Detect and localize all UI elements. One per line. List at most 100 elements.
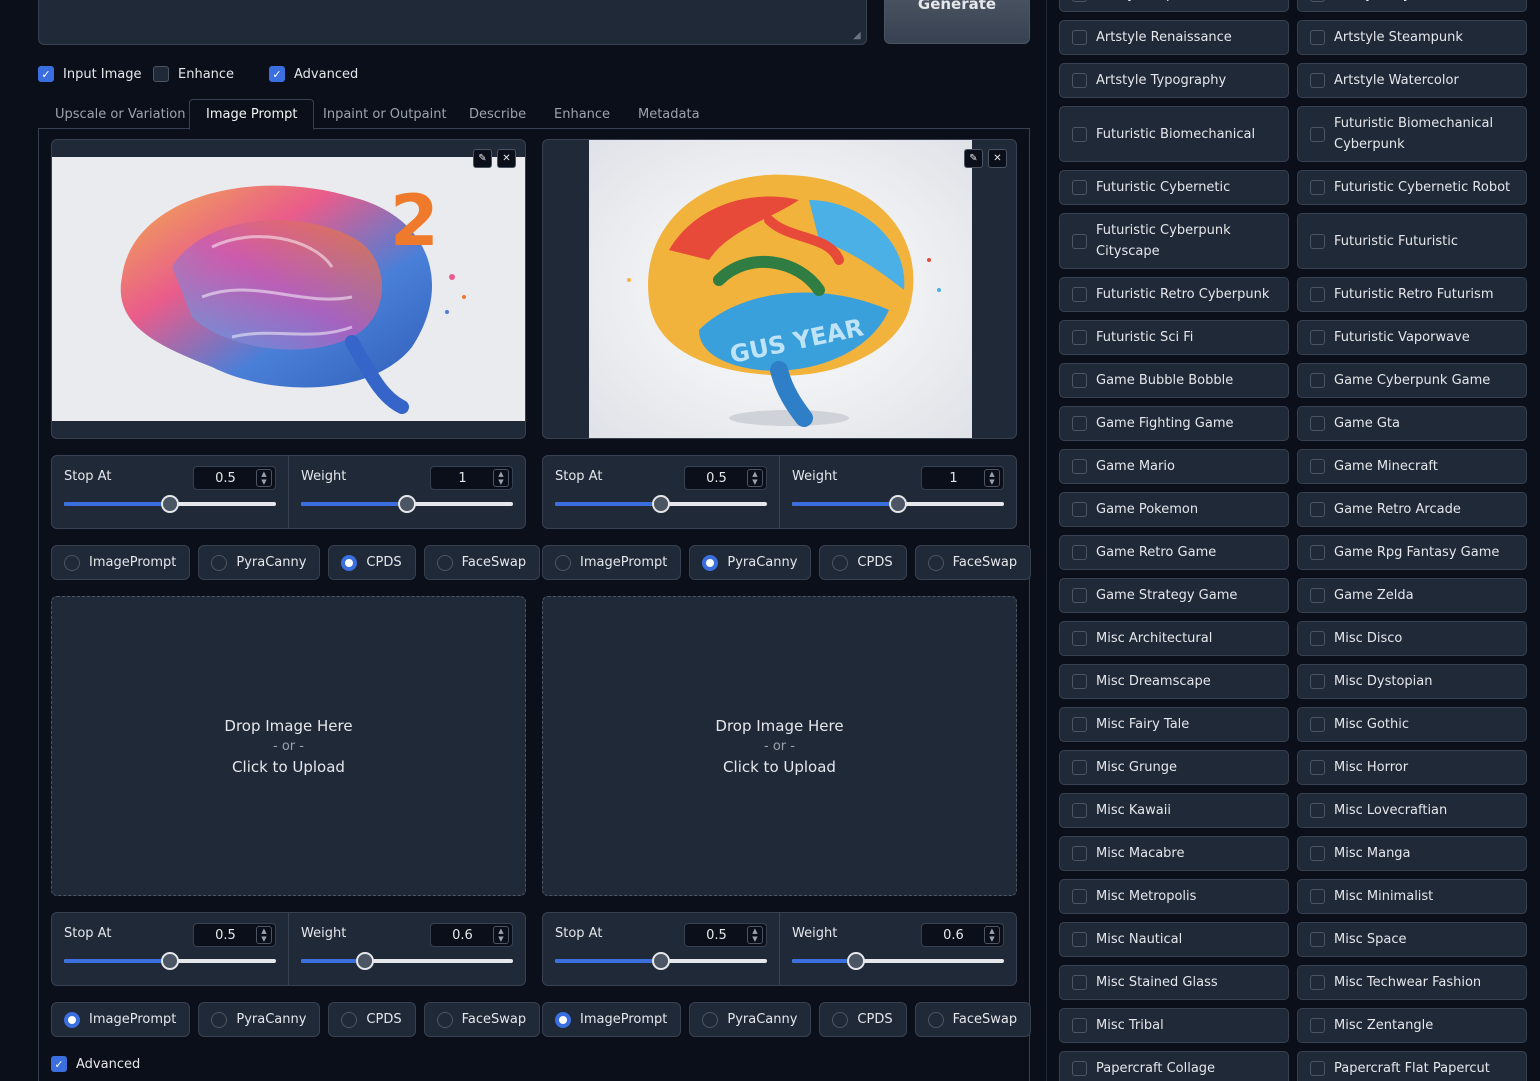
style-item-misc-architectural[interactable]: Misc Architectural <box>1059 621 1289 656</box>
style-item-game-minecraft[interactable]: Game Minecraft <box>1297 449 1527 484</box>
stop-at-slider[interactable] <box>64 495 276 513</box>
style-checkbox[interactable] <box>1072 459 1087 474</box>
style-item-misc-stained-glass[interactable]: Misc Stained Glass <box>1059 965 1289 1000</box>
style-item-game-retro-arcade[interactable]: Game Retro Arcade <box>1297 492 1527 527</box>
style-item-game-retro-game[interactable]: Game Retro Game <box>1059 535 1289 570</box>
style-item-misc-dystopian[interactable]: Misc Dystopian <box>1297 664 1527 699</box>
style-item-futuristic-vaporwave[interactable]: Futuristic Vaporwave <box>1297 320 1527 355</box>
weight-input[interactable]: 0.6 ▲ ▼ <box>921 923 1004 947</box>
style-item-misc-space[interactable]: Misc Space <box>1297 922 1527 957</box>
style-item-artstyle-psychedelic[interactable]: Artstyle Psychedelic <box>1297 0 1527 12</box>
radio-pyracanny[interactable]: PyraCanny <box>198 545 321 580</box>
slider-handle[interactable] <box>652 952 670 970</box>
spinner-icon[interactable]: ▲ ▼ <box>256 926 272 944</box>
style-checkbox[interactable] <box>1072 803 1087 818</box>
bottom-advanced-option[interactable]: Advanced <box>51 1054 140 1074</box>
stop-at-slider[interactable] <box>555 495 767 513</box>
tab-image-prompt[interactable]: Image Prompt <box>189 99 315 130</box>
input-image-option[interactable]: Input Image <box>38 64 142 84</box>
style-item-game-rpg-fantasy-game[interactable]: Game Rpg Fantasy Game <box>1297 535 1527 570</box>
style-checkbox[interactable] <box>1310 459 1325 474</box>
style-item-game-strategy-game[interactable]: Game Strategy Game <box>1059 578 1289 613</box>
radio-circle[interactable] <box>702 554 719 571</box>
style-item-game-bubble-bobble[interactable]: Game Bubble Bobble <box>1059 363 1289 398</box>
tab-describe[interactable]: Describe <box>453 99 542 129</box>
radio-faceswap[interactable]: FaceSwap <box>423 545 541 580</box>
style-item-misc-manga[interactable]: Misc Manga <box>1297 836 1527 871</box>
style-item-misc-kawaii[interactable]: Misc Kawaii <box>1059 793 1289 828</box>
style-checkbox[interactable] <box>1072 932 1087 947</box>
radio-circle[interactable] <box>555 554 571 571</box>
radio-imageprompt[interactable]: ImagePrompt <box>51 1002 191 1037</box>
style-item-misc-zentangle[interactable]: Misc Zentangle <box>1297 1008 1527 1043</box>
style-checkbox[interactable] <box>1072 502 1087 517</box>
stop-at-input[interactable]: 0.5 ▲ ▼ <box>193 466 276 490</box>
radio-circle[interactable] <box>832 554 849 571</box>
style-checkbox[interactable] <box>1072 416 1087 431</box>
style-checkbox[interactable] <box>1310 180 1325 195</box>
radio-cpds[interactable]: CPDS <box>819 1002 907 1037</box>
radio-cpds[interactable]: CPDS <box>328 545 416 580</box>
close-icon[interactable]: ✕ <box>497 149 516 168</box>
style-checkbox[interactable] <box>1310 1061 1325 1076</box>
style-item-misc-disco[interactable]: Misc Disco <box>1297 621 1527 656</box>
style-item-futuristic-cyberpunk-cityscape[interactable]: Futuristic Cyberpunk Cityscape <box>1059 213 1289 269</box>
image-prompt-3-dropzone[interactable]: Drop Image Here - or - Click to Upload <box>51 596 526 896</box>
weight-input[interactable]: 1 ▲ ▼ <box>430 466 513 490</box>
style-checkbox[interactable] <box>1310 631 1325 646</box>
radio-circle[interactable] <box>341 554 358 571</box>
radio-circle[interactable] <box>927 1011 944 1028</box>
style-item-game-gta[interactable]: Game Gta <box>1297 406 1527 441</box>
style-checkbox[interactable] <box>1310 330 1325 345</box>
edit-icon[interactable]: ✎ <box>964 149 983 168</box>
advanced-checkbox[interactable] <box>269 66 285 82</box>
radio-faceswap[interactable]: FaceSwap <box>914 545 1032 580</box>
style-item-artstyle-watercolor[interactable]: Artstyle Watercolor <box>1297 63 1527 98</box>
weight-slider[interactable] <box>301 495 513 513</box>
style-item-misc-nautical[interactable]: Misc Nautical <box>1059 922 1289 957</box>
stop-at-input[interactable]: 0.5 ▲ ▼ <box>684 466 767 490</box>
style-item-misc-gothic[interactable]: Misc Gothic <box>1297 707 1527 742</box>
stop-at-slider[interactable] <box>555 952 767 970</box>
style-checkbox[interactable] <box>1072 30 1087 45</box>
style-item-papercraft-collage[interactable]: Papercraft Collage <box>1059 1051 1289 1081</box>
style-checkbox[interactable] <box>1310 975 1325 990</box>
spinner-icon[interactable]: ▲ ▼ <box>747 469 763 487</box>
slider-handle[interactable] <box>889 495 907 513</box>
style-checkbox[interactable] <box>1310 126 1325 142</box>
style-item-misc-grunge[interactable]: Misc Grunge <box>1059 750 1289 785</box>
style-checkbox[interactable] <box>1072 287 1087 302</box>
style-checkbox[interactable] <box>1310 373 1325 388</box>
radio-faceswap[interactable]: FaceSwap <box>914 1002 1032 1037</box>
style-checkbox[interactable] <box>1310 502 1325 517</box>
style-checkbox[interactable] <box>1072 233 1087 249</box>
style-item-misc-techwear-fashion[interactable]: Misc Techwear Fashion <box>1297 965 1527 1000</box>
style-item-misc-fairy-tale[interactable]: Misc Fairy Tale <box>1059 707 1289 742</box>
spinner-icon[interactable]: ▲ ▼ <box>747 926 763 944</box>
stop-at-slider[interactable] <box>64 952 276 970</box>
style-checkbox[interactable] <box>1310 889 1325 904</box>
tab-enhance[interactable]: Enhance <box>538 99 626 129</box>
radio-imageprompt[interactable]: ImagePrompt <box>542 1002 682 1037</box>
style-checkbox[interactable] <box>1310 73 1325 88</box>
style-item-misc-minimalist[interactable]: Misc Minimalist <box>1297 879 1527 914</box>
style-item-artstyle-steampunk[interactable]: Artstyle Steampunk <box>1297 20 1527 55</box>
stop-at-input[interactable]: 0.5 ▲ ▼ <box>193 923 276 947</box>
style-item-misc-macabre[interactable]: Misc Macabre <box>1059 836 1289 871</box>
tab-upscale-or-variation[interactable]: Upscale or Variation <box>39 99 202 129</box>
style-checkbox[interactable] <box>1310 1018 1325 1033</box>
radio-pyracanny[interactable]: PyraCanny <box>689 545 812 580</box>
spinner-icon[interactable]: ▲ ▼ <box>984 926 1000 944</box>
weight-slider[interactable] <box>792 495 1004 513</box>
radio-imageprompt[interactable]: ImagePrompt <box>542 545 682 580</box>
style-checkbox[interactable] <box>1072 0 1087 2</box>
style-checkbox[interactable] <box>1310 803 1325 818</box>
image-prompt-1-upload[interactable]: 2 ✎ ✕ <box>51 139 526 439</box>
tab-metadata[interactable]: Metadata <box>622 99 716 129</box>
radio-cpds[interactable]: CPDS <box>328 1002 416 1037</box>
slider-handle[interactable] <box>355 952 374 970</box>
style-checkbox[interactable] <box>1072 545 1087 560</box>
radio-imageprompt[interactable]: ImagePrompt <box>51 545 191 580</box>
style-item-futuristic-retro-cyberpunk[interactable]: Futuristic Retro Cyberpunk <box>1059 277 1289 312</box>
style-item-misc-tribal[interactable]: Misc Tribal <box>1059 1008 1289 1043</box>
